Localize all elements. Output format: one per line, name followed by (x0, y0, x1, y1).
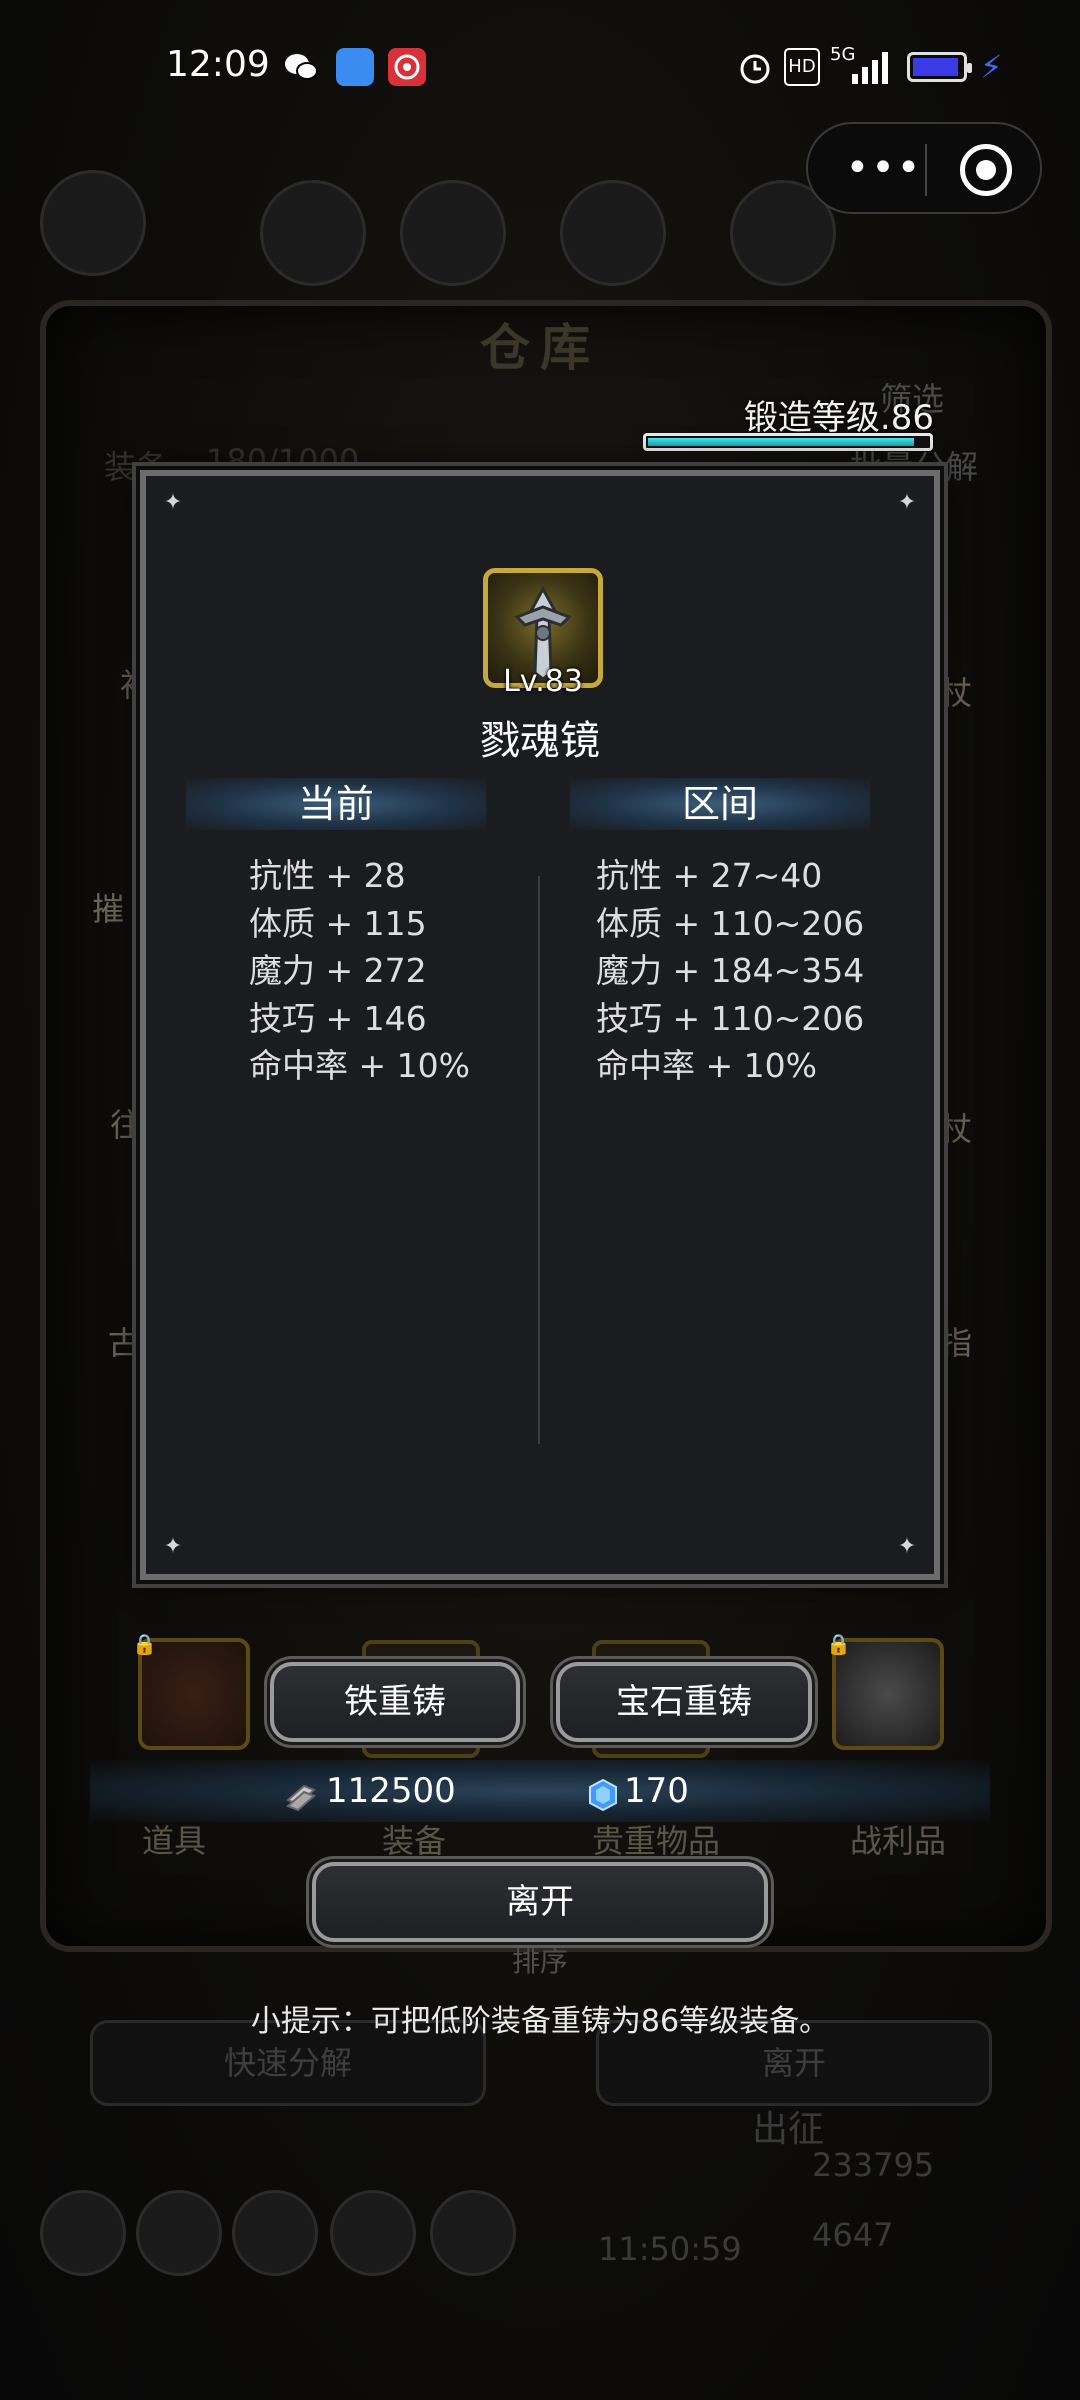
bg-timer: 11:50:59 (598, 2230, 742, 2268)
status-time: 12:09 (166, 44, 270, 85)
stat-row: 魔力 + 184~354 (596, 951, 865, 990)
bg-side-label: 指 (940, 1324, 973, 1362)
item-name: 戮魂镜 (480, 718, 600, 764)
alarm-icon (736, 48, 774, 86)
bg-side-label: 杖 (940, 674, 973, 712)
current-stats-list: 抗性 + 28 体质 + 115 魔力 + 272 技巧 + 146 命中率 +… (249, 852, 470, 1090)
gem-cost-value: 170 (624, 1771, 689, 1811)
stat-row: 技巧 + 110~206 (596, 998, 865, 1038)
stat-row: 体质 + 110~206 (596, 903, 865, 943)
bg-bottom-icon (430, 2190, 516, 2276)
cost-band (90, 1760, 990, 1822)
bg-bottom-icon (136, 2190, 222, 2276)
bg-side-label: 杖 (940, 1110, 973, 1148)
close-mini-program-button[interactable] (960, 144, 1012, 196)
5g-signal-icon: 5G (830, 44, 890, 86)
iron-reforge-button[interactable]: 铁重铸 (270, 1662, 520, 1742)
status-bar: 12:09 HD 5G ⚡ (0, 0, 1080, 140)
corner-ornament-icon: ✦ (897, 490, 917, 515)
bg-tab-props: 道具 (142, 1822, 207, 1860)
gem-reforge-button[interactable]: 宝石重铸 (556, 1662, 812, 1742)
silver-ingot-icon (284, 1776, 318, 1811)
bg-gold-count: 233795 (812, 2146, 935, 2184)
silver-cost: 112500 (284, 1766, 456, 1816)
corner-ornament-icon: ✦ (163, 490, 183, 515)
bg-depart-label: 出征 (752, 2109, 825, 2150)
corner-ornament-icon: ✦ (163, 1534, 183, 1559)
silver-cost-value: 112500 (326, 1771, 456, 1811)
bg-sort-button: 排序 (512, 1945, 569, 1978)
more-options-button[interactable]: ••• (844, 148, 924, 188)
stat-row: 抗性 + 27~40 (596, 856, 823, 895)
target-app-icon (388, 48, 426, 86)
tip-text: 小提示：可把低阶装备重铸为86等级装备。 (250, 2004, 830, 2039)
bg-tab-equipment: 装备 (382, 1822, 447, 1860)
bg-menu-icon (260, 180, 366, 286)
hd-icon: HD (784, 48, 820, 86)
item-level: Lv.83 (503, 664, 583, 699)
stat-row: 体质 + 115 (249, 903, 427, 943)
column-divider (538, 876, 540, 1444)
bg-tab-loot: 战利品 (850, 1822, 947, 1860)
bg-side-label: 摧 (92, 890, 125, 928)
bg-bottom-icon (330, 2190, 416, 2276)
bg-avatar-icon (40, 170, 146, 276)
stat-row: 抗性 + 28 (249, 856, 406, 895)
blue-gem-icon (586, 1776, 620, 1811)
charging-icon: ⚡ (980, 48, 1003, 86)
bg-bottom-icon (232, 2190, 318, 2276)
bg-side-label: 古 (108, 1324, 141, 1362)
forge-progress-bar (643, 433, 933, 451)
stat-row: 命中率 + 10% (596, 1046, 817, 1085)
bg-menu-icon (400, 180, 506, 286)
current-stats-header: 当前 (186, 778, 486, 830)
bg-side-label: 往 (110, 1106, 143, 1144)
bg-tab-valuables: 贵重物品 (592, 1822, 721, 1860)
leave-button[interactable]: 离开 (312, 1862, 768, 1942)
capsule-divider (925, 144, 927, 196)
reforge-dialog: ✦ ✦ ✦ ✦ Lv.83 戮魂镜 当前 区间 抗性 + 28 体质 + 115… (140, 470, 940, 1580)
bg-gem-count: 4647 (812, 2216, 894, 2254)
stat-row: 魔力 + 272 (249, 951, 427, 990)
forge-level-label: 锻造等级.86 (743, 398, 934, 438)
battery-icon (907, 52, 972, 82)
bg-bottom-icon (40, 2190, 126, 2276)
lock-icon: 🔒 (132, 1632, 157, 1656)
range-stats-header: 区间 (570, 778, 870, 830)
stat-row: 技巧 + 146 (249, 998, 427, 1038)
network-label: 5G (830, 44, 856, 65)
corner-ornament-icon: ✦ (897, 1534, 917, 1559)
bg-warehouse-title: 仓库 (480, 319, 600, 377)
wechat-icon (282, 48, 320, 86)
gem-cost: 170 (586, 1766, 689, 1816)
lock-icon: 🔒 (826, 1632, 851, 1656)
bg-menu-icon (560, 180, 666, 286)
range-stats-list: 抗性 + 27~40 体质 + 110~206 魔力 + 184~354 技巧 … (596, 852, 864, 1090)
qq-browser-icon (336, 48, 374, 86)
stat-row: 命中率 + 10% (249, 1046, 470, 1085)
mini-program-capsule: ••• (806, 122, 1042, 214)
